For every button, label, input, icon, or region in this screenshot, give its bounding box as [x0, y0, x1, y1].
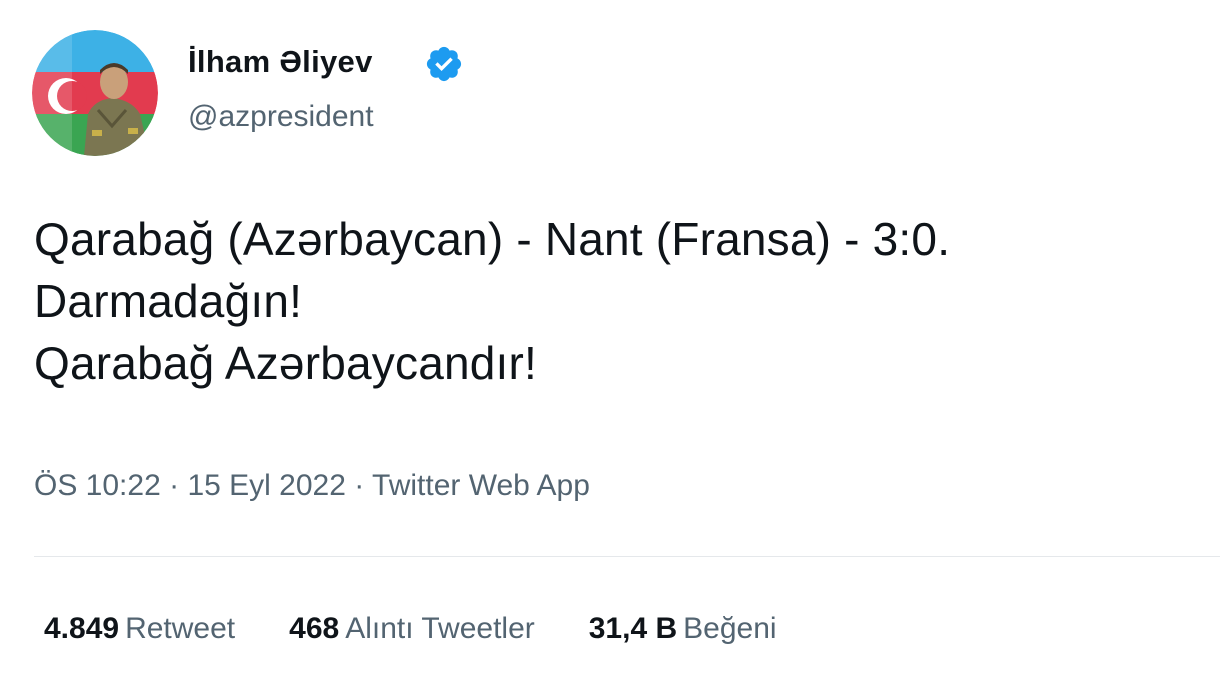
- tweet-time[interactable]: ÖS 10:22: [34, 469, 161, 502]
- tweet-stats: 4.849 Retweet 468 Alıntı Tweetler 31,4 B Be…: [44, 609, 777, 649]
- meta-separator: ·: [354, 469, 365, 502]
- tweet-line: Qarabağ Azərbaycandır!: [34, 337, 538, 389]
- quote-count-link[interactable]: 468 Alıntı Tweetler: [289, 609, 535, 649]
- retweet-count: 4.849: [44, 612, 120, 645]
- tweet-line: Qarabağ (Azərbaycan) - Nant (Fransa) - 3…: [34, 213, 951, 265]
- like-count: 31,4 B: [588, 612, 678, 645]
- meta-separator: ·: [169, 469, 180, 502]
- retweet-label: Retweet: [125, 612, 236, 645]
- retweet-count-link[interactable]: 4.849 Retweet: [44, 609, 235, 649]
- author-handle[interactable]: @azpresident: [188, 98, 374, 136]
- author-name[interactable]: İlham Əliyev: [188, 43, 373, 81]
- tweet-line: Darmadağın!: [34, 275, 303, 327]
- verified-badge-icon: [426, 46, 462, 82]
- quote-count: 468: [289, 612, 340, 645]
- tweet-meta: ÖS 10:22 · 15 Eyl 2022 · Twitter Web App: [34, 466, 590, 506]
- avatar[interactable]: [32, 30, 158, 156]
- avatar-photo: [32, 30, 158, 156]
- tweet-source[interactable]: Twitter Web App: [372, 469, 590, 502]
- divider: [34, 556, 1220, 557]
- like-label: Beğeni: [683, 612, 777, 645]
- tweet-text: Qarabağ (Azərbaycan) - Nant (Fransa) - 3…: [34, 208, 950, 394]
- like-count-link[interactable]: 31,4 B Beğeni: [589, 609, 777, 649]
- quote-label: Alıntı Tweetler: [345, 612, 535, 645]
- tweet-date[interactable]: 15 Eyl 2022: [187, 469, 345, 502]
